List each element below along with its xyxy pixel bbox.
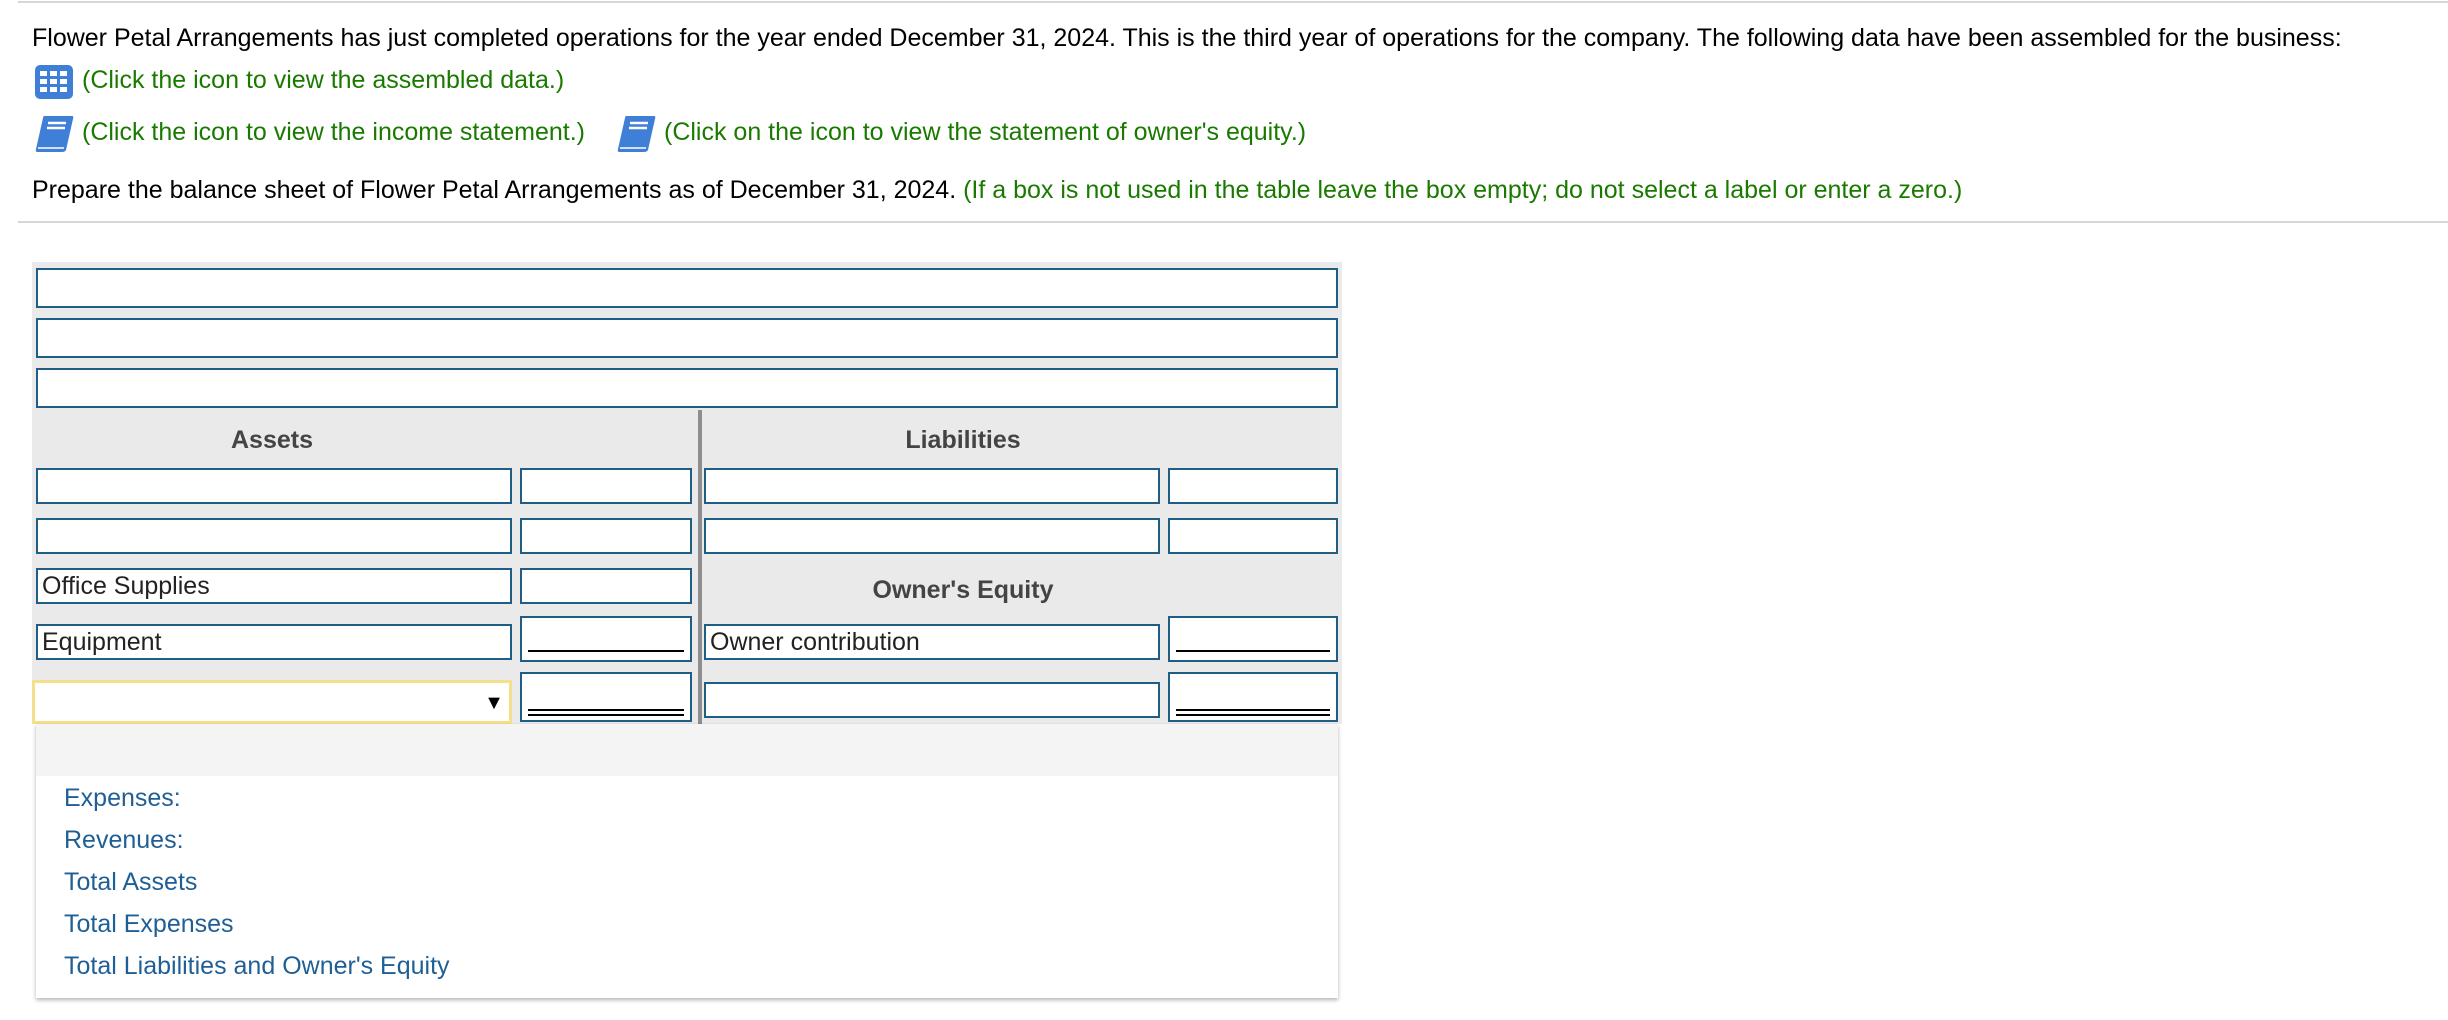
- equity-amount-input[interactable]: [1168, 616, 1338, 662]
- instruction-text: Prepare the balance sheet of Flower Peta…: [32, 176, 957, 204]
- triangle-down-icon[interactable]: ▼: [481, 688, 507, 718]
- asset-amount-input[interactable]: [520, 468, 692, 504]
- asset-amount-input[interactable]: [520, 568, 692, 604]
- double-underline-top: [1176, 709, 1330, 711]
- total-assets-amount-input[interactable]: [520, 672, 692, 722]
- instruction-note: (If a box is not used in the table leave…: [963, 176, 1963, 204]
- dropdown-option-revenues[interactable]: Revenues:: [64, 824, 184, 856]
- balance-sheet-table: Assets Liabilities Owner's Equity Office…: [32, 262, 1342, 724]
- section-rule: [18, 221, 2448, 223]
- column-divider: [698, 410, 702, 724]
- liability-amount-input[interactable]: [1168, 518, 1338, 554]
- total-liabilities-equity-amount-input[interactable]: [1168, 672, 1338, 722]
- intro-text: Flower Petal Arrangements has just compl…: [32, 24, 2342, 52]
- double-underline-top: [528, 709, 684, 711]
- liability-label-input[interactable]: [704, 468, 1160, 504]
- asset-label-input[interactable]: Equipment: [36, 624, 512, 660]
- statement-date-input[interactable]: [36, 368, 1338, 408]
- total-label-select[interactable]: ▼: [32, 680, 512, 724]
- income-statement-link[interactable]: (Click the icon to view the income state…: [82, 116, 585, 148]
- top-rule: [18, 1, 2448, 3]
- company-name-input[interactable]: [36, 268, 1338, 308]
- asset-amount-input[interactable]: [520, 616, 692, 662]
- liability-label-input[interactable]: [704, 518, 1160, 554]
- equity-label-input[interactable]: [704, 682, 1160, 718]
- dropdown-option-total-assets[interactable]: Total Assets: [64, 866, 197, 898]
- double-underline-bottom: [528, 714, 684, 716]
- equity-label-input[interactable]: Owner contribution: [704, 624, 1160, 660]
- owners-equity-statement-link[interactable]: (Click on the icon to view the statement…: [664, 116, 1306, 148]
- instruction: Prepare the balance sheet of Flower Peta…: [32, 174, 1962, 206]
- single-underline: [528, 650, 684, 652]
- dropdown-option-total-liabilities-equity[interactable]: Total Liabilities and Owner's Equity: [64, 950, 450, 982]
- double-underline-bottom: [1176, 714, 1330, 716]
- assembled-data-link[interactable]: (Click the icon to view the assembled da…: [82, 64, 564, 96]
- assets-header: Assets: [231, 426, 313, 454]
- asset-label-input[interactable]: [36, 518, 512, 554]
- owners-equity-header: Owner's Equity: [872, 576, 1054, 604]
- book-icon[interactable]: [34, 114, 76, 154]
- dropdown-option-total-expenses[interactable]: Total Expenses: [64, 908, 234, 940]
- dropdown-option-blank[interactable]: [36, 724, 1338, 776]
- liabilities-header: Liabilities: [905, 426, 1021, 454]
- book-icon[interactable]: [616, 114, 658, 154]
- grid-icon[interactable]: [34, 64, 74, 100]
- asset-label-input[interactable]: [36, 468, 512, 504]
- asset-label-input[interactable]: Office Supplies: [36, 568, 512, 604]
- liability-amount-input[interactable]: [1168, 468, 1338, 504]
- single-underline: [1176, 650, 1330, 652]
- statement-title-input[interactable]: [36, 318, 1338, 358]
- asset-amount-input[interactable]: [520, 518, 692, 554]
- dropdown-list: Expenses: Revenues: Total Assets Total E…: [36, 724, 1338, 998]
- dropdown-option-expenses[interactable]: Expenses:: [64, 782, 181, 814]
